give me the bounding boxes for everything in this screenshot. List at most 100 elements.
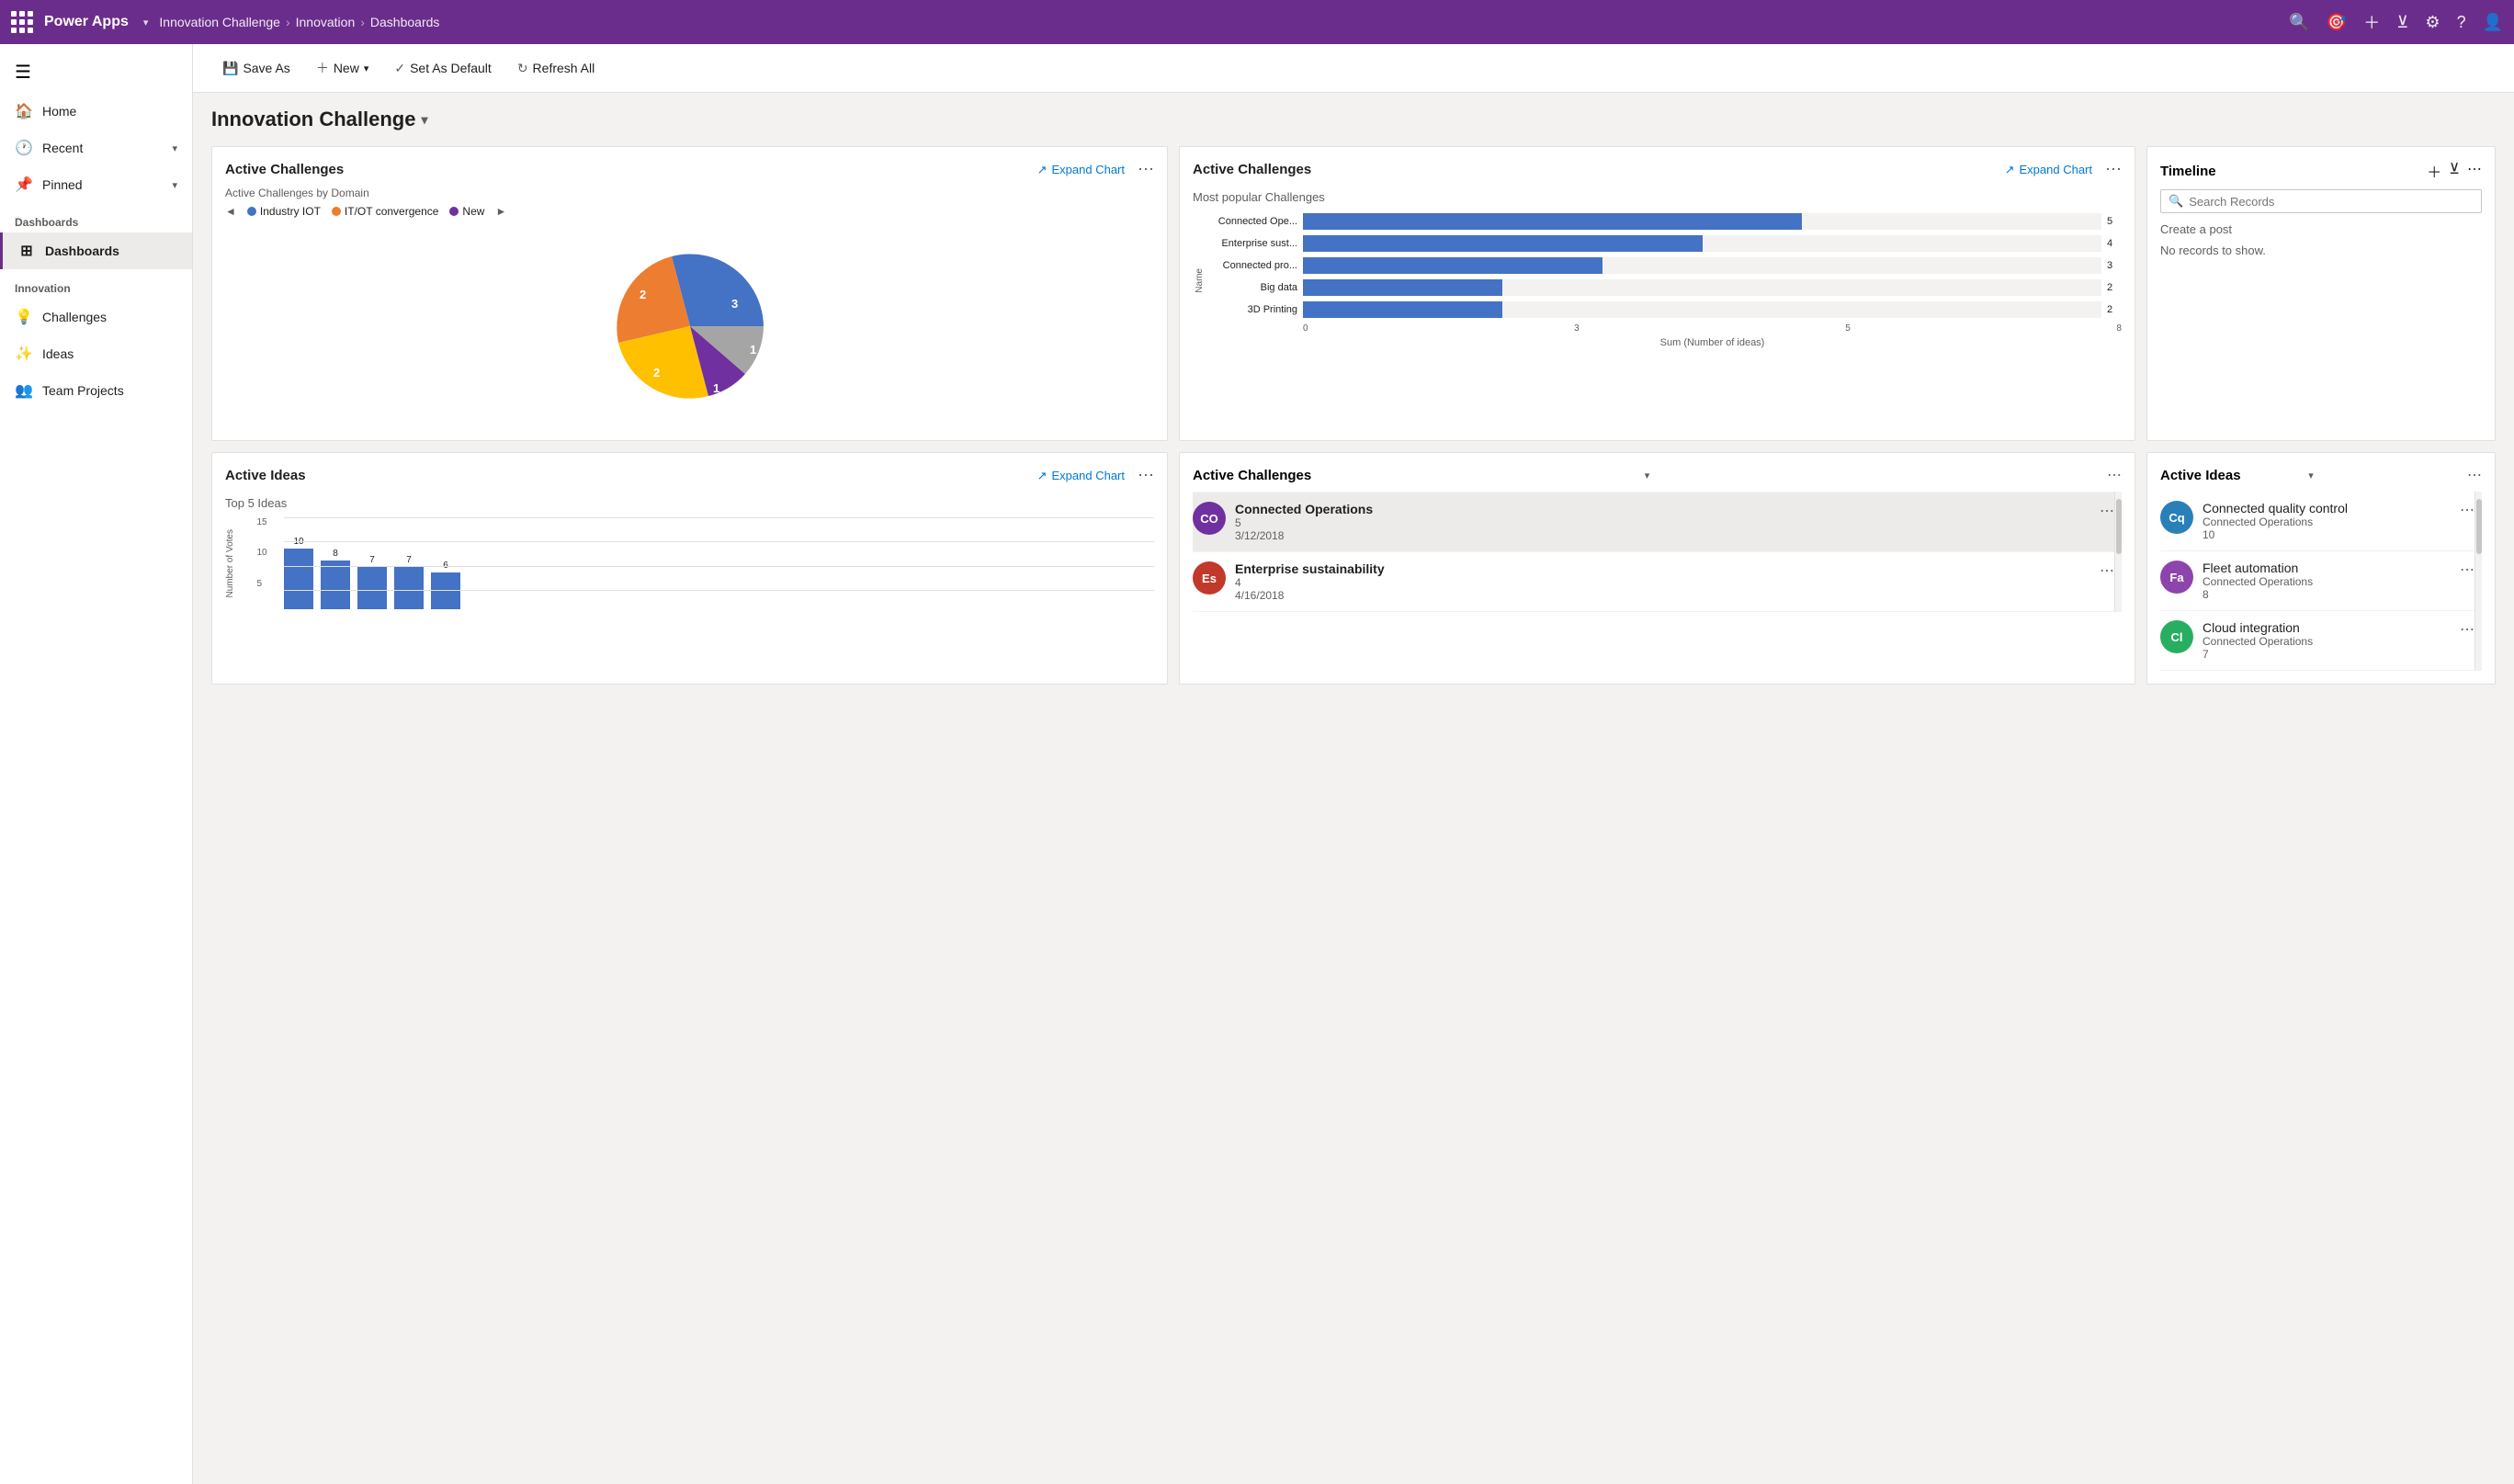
legend-it-ot: IT/OT convergence xyxy=(332,205,439,218)
challenge-menu-0[interactable]: ⋯ xyxy=(2100,502,2114,520)
bar-val-0: 5 xyxy=(2107,216,2122,227)
pinned-icon: 📌 xyxy=(15,176,33,194)
toolbar: 💾 Save As ＋ New ▾ ✓ Set As Default ↻ Ref… xyxy=(193,44,2514,93)
dashboard-title-chevron[interactable]: ▾ xyxy=(421,112,427,128)
pie-next[interactable]: ► xyxy=(495,205,506,218)
brand-chevron[interactable]: ▾ xyxy=(143,17,149,28)
filter-icon[interactable]: ⊻ xyxy=(2396,13,2408,32)
sidebar-label-recent: Recent xyxy=(42,141,83,155)
bar-row-2: Connected pro... 3 xyxy=(1206,257,2122,274)
vchart-bar-fill-4 xyxy=(431,572,460,609)
pie-prev[interactable]: ◄ xyxy=(225,205,236,218)
challenge-name-0: Connected Operations xyxy=(1235,502,2090,516)
save-as-icon: 💾 xyxy=(222,61,238,76)
challenge-content-0: Connected Operations 5 3/12/2018 xyxy=(1235,502,2090,542)
top-nav: Power Apps ▾ Innovation Challenge › Inno… xyxy=(0,0,2514,44)
legend-label-itot: IT/OT convergence xyxy=(345,205,439,218)
breadcrumb-app[interactable]: Innovation Challenge xyxy=(159,15,280,29)
list-card-header: Active Challenges ▾ ⋯ xyxy=(1193,466,2122,484)
timeline-header: Timeline ＋ ⊻ ⋯ xyxy=(2160,160,2482,182)
card-header-pie: Active Challenges ↗ Expand Chart ⋯ xyxy=(225,160,1154,179)
brand-label[interactable]: Power Apps xyxy=(44,14,129,30)
challenge-item-0[interactable]: CO Connected Operations 5 3/12/2018 ⋯ xyxy=(1193,492,2114,552)
idea-menu-1[interactable]: ⋯ xyxy=(2460,561,2474,579)
ideas-list-menu[interactable]: ⋯ xyxy=(2467,466,2482,484)
bar-chart: Most popular Challenges Name Connected O… xyxy=(1193,187,2122,352)
bar-fill-1 xyxy=(1303,235,1703,252)
timeline-add-icon[interactable]: ＋ xyxy=(2427,160,2441,182)
create-post[interactable]: Create a post xyxy=(2160,222,2482,236)
breadcrumb-innov[interactable]: Innovation xyxy=(296,15,356,29)
bar-val-1: 4 xyxy=(2107,238,2122,249)
target-icon[interactable]: 🎯 xyxy=(2327,13,2347,32)
sidebar-label-dashboards: Dashboards xyxy=(45,244,119,258)
challenge-item-1[interactable]: Es Enterprise sustainability 4 4/16/2018… xyxy=(1193,552,2114,612)
idea-sub-1: Connected Operations xyxy=(2203,575,2451,588)
sidebar-toggle[interactable]: ☰ xyxy=(0,51,192,93)
timeline-search[interactable]: 🔍 xyxy=(2160,189,2482,213)
challenges-scroll-thumb xyxy=(2116,499,2122,554)
sidebar-item-ideas[interactable]: ✨ Ideas xyxy=(0,335,192,372)
expand-chart-ideas[interactable]: ↗ Expand Chart xyxy=(1037,469,1125,483)
ideas-scrollbar[interactable] xyxy=(2474,492,2482,671)
idea-title-0: Connected quality control xyxy=(2203,501,2451,515)
settings-icon[interactable]: ⚙ xyxy=(2425,13,2440,32)
idea-num-2: 7 xyxy=(2203,648,2451,661)
card-menu-bar[interactable]: ⋯ xyxy=(2105,160,2122,179)
card-title-bar: Active Challenges xyxy=(1193,162,1998,177)
bar-fill-2 xyxy=(1303,257,1602,274)
challenges-list-chevron[interactable]: ▾ xyxy=(1645,470,1650,481)
ideas-scroll-thumb xyxy=(2476,499,2482,554)
waffle-icon[interactable] xyxy=(11,11,33,33)
card-header-bar: Active Challenges ↗ Expand Chart ⋯ xyxy=(1193,160,2122,179)
breadcrumb-dash[interactable]: Dashboards xyxy=(370,15,440,29)
expand-chart-bar[interactable]: ↗ Expand Chart xyxy=(2005,163,2092,177)
timeline-search-input[interactable] xyxy=(2189,195,2474,209)
pie-label-2a: 2 xyxy=(640,288,646,301)
sidebar-item-pinned[interactable]: 📌 Pinned ▾ xyxy=(0,166,192,203)
avatar-cl: Cl xyxy=(2160,620,2193,653)
save-as-button[interactable]: 💾 Save As xyxy=(211,55,301,82)
idea-item-0[interactable]: Cq Connected quality control Connected O… xyxy=(2160,492,2474,551)
avatar-es: Es xyxy=(1193,561,1226,595)
timeline-more-icon[interactable]: ⋯ xyxy=(2467,160,2482,182)
sidebar-item-dashboards[interactable]: ⊞ Dashboards xyxy=(0,232,192,269)
challenges-scrollbar[interactable] xyxy=(2114,492,2122,612)
idea-menu-2[interactable]: ⋯ xyxy=(2460,620,2474,639)
vchart-bar-4: 6 xyxy=(431,561,460,609)
expand-icon-ideas: ↗ xyxy=(1037,469,1048,483)
challenges-list-menu[interactable]: ⋯ xyxy=(2107,466,2122,484)
card-menu-ideas[interactable]: ⋯ xyxy=(1138,466,1154,485)
home-icon: 🏠 xyxy=(15,102,33,120)
idea-item-1[interactable]: Fa Fleet automation Connected Operations… xyxy=(2160,551,2474,611)
refresh-label: Refresh All xyxy=(533,61,595,75)
sidebar-item-home[interactable]: 🏠 Home xyxy=(0,93,192,130)
add-icon[interactable]: ＋ xyxy=(2363,10,2380,34)
sidebar-item-team-projects[interactable]: 👥 Team Projects xyxy=(0,372,192,409)
sidebar-item-recent[interactable]: 🕐 Recent ▾ xyxy=(0,130,192,166)
recent-icon: 🕐 xyxy=(15,139,33,157)
axis-5: 5 xyxy=(1845,323,1851,334)
card-active-challenges-bar: Active Challenges ↗ Expand Chart ⋯ Most … xyxy=(1179,146,2135,441)
idea-item-2[interactable]: Cl Cloud integration Connected Operation… xyxy=(2160,611,2474,671)
set-default-button[interactable]: ✓ Set As Default xyxy=(383,55,502,82)
user-icon[interactable]: 👤 xyxy=(2483,13,2503,32)
refresh-button[interactable]: ↻ Refresh All xyxy=(506,55,606,82)
legend-dot-iot xyxy=(247,207,256,216)
timeline-title: Timeline xyxy=(2160,164,2421,179)
help-icon[interactable]: ? xyxy=(2457,13,2466,32)
sidebar-item-challenges[interactable]: 💡 Challenges xyxy=(0,299,192,335)
pie-label-2b: 2 xyxy=(653,366,660,379)
challenge-date-0: 3/12/2018 xyxy=(1235,529,2090,542)
ideas-list-chevron[interactable]: ▾ xyxy=(2308,470,2314,481)
card-menu-pie[interactable]: ⋯ xyxy=(1138,160,1154,179)
idea-menu-0[interactable]: ⋯ xyxy=(2460,501,2474,519)
new-button[interactable]: ＋ New ▾ xyxy=(305,53,380,83)
timeline-filter-icon[interactable]: ⊻ xyxy=(2449,160,2460,182)
search-icon[interactable]: 🔍 xyxy=(2289,13,2309,32)
card-header-ideas: Active Ideas ↗ Expand Chart ⋯ xyxy=(225,466,1154,485)
card-title-ideas: Active Ideas xyxy=(225,468,1030,483)
challenge-menu-1[interactable]: ⋯ xyxy=(2100,561,2114,580)
section-innovation: Innovation xyxy=(0,269,192,299)
expand-chart-pie[interactable]: ↗ Expand Chart xyxy=(1037,163,1125,177)
